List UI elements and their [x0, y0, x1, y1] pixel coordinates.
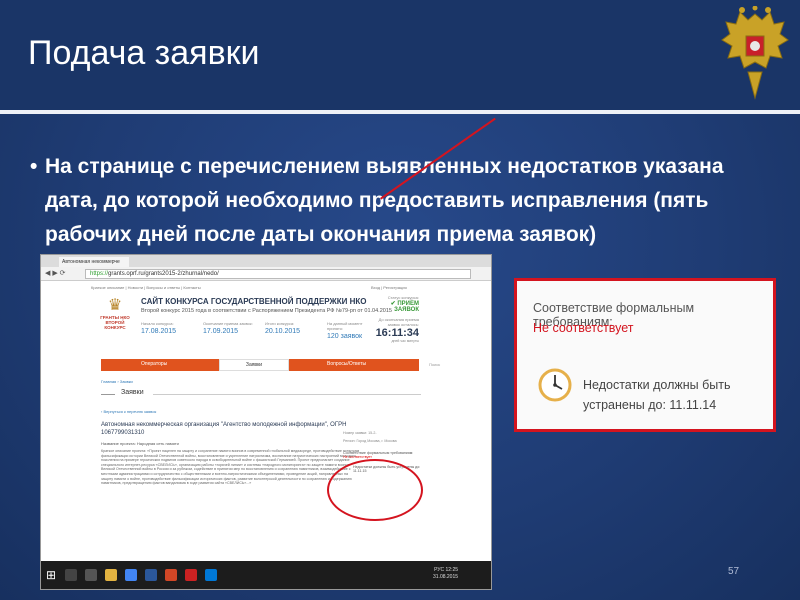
browser-toolbar: ◀ ▶ ⟳ https://grants.oprf.ru/grants2015-… [41, 267, 491, 281]
date-start: Начало конкурса: 17.08.2015 [141, 321, 177, 335]
title-divider [0, 110, 800, 114]
browser-tab[interactable]: Автономная некоммерче [59, 257, 129, 267]
tray-date: 31.08.2015 [433, 574, 459, 580]
search-input[interactable]: Поиск [427, 361, 475, 369]
site-tab-bar: Операторы Заявки Вопросы/Ответы Поиск [101, 359, 475, 371]
bullet-text: На странице с перечислением выявленных н… [45, 155, 724, 246]
web-page: Краткое описание | Новости | Вопросы и о… [41, 281, 491, 573]
breadcrumb[interactable]: Главная › Заявки [101, 379, 133, 384]
status-badge: ✔ ПРИЕМ ЗАЯВОК [390, 301, 419, 313]
coat-of-arms-icon [721, 6, 789, 100]
system-tray[interactable]: РУС 12:25 31.08.2015 [433, 567, 458, 581]
windows-taskbar: ⊞ РУС 12:25 31.08.2015 [41, 561, 491, 589]
task-view-icon[interactable] [85, 569, 97, 581]
tray-time: 12:25 [445, 567, 459, 573]
date-results: Итоги конкурса: 20.10.2015 [265, 321, 301, 335]
url-path: grants.oprf.ru/grants2015-2/zhurnal/nedo… [108, 271, 219, 277]
organization-name: Автономная некоммерческая организация "А… [101, 422, 347, 436]
address-bar[interactable]: https://grants.oprf.ru/grants2015-2/zhur… [85, 269, 471, 279]
browser-screenshot: Автономная некоммерче ◀ ▶ ⟳ https://gran… [40, 254, 492, 590]
pdf-icon[interactable] [185, 569, 197, 581]
bullet-point: • На странице с перечислением выявленных… [30, 150, 770, 252]
explorer-icon[interactable] [105, 569, 117, 581]
date-end: Окончание приема заявок: 17.09.2015 [203, 321, 253, 335]
auth-links[interactable]: Вход | Регистрация [371, 285, 407, 290]
store-icon[interactable] [205, 569, 217, 581]
logo-subtext: ВТОРОЙ КОНКУРС [104, 320, 126, 330]
chrome-icon[interactable] [125, 569, 137, 581]
windows-start-icon[interactable]: ⊞ [46, 569, 58, 581]
tab-questions[interactable]: Вопросы/Ответы [327, 361, 366, 367]
project-name: Название проекта: Народная сеть памяти [101, 441, 179, 446]
url-scheme: https:// [90, 271, 109, 277]
tab-applications[interactable]: Заявки [219, 359, 289, 371]
compliance-value: Не соответствует [533, 321, 634, 335]
bullet-icon: • [30, 155, 38, 178]
presentation-slide: Подача заявки • На странице с перечислен… [0, 0, 800, 600]
clock-icon [538, 368, 572, 402]
countdown-timer: 16:11:34 [375, 327, 419, 339]
powerpoint-icon[interactable] [165, 569, 177, 581]
applications-count: На данный момент принято: 120 заявок [327, 321, 363, 340]
page-number: 57 [728, 566, 740, 577]
back-to-list-link[interactable]: ‹ Вернуться к перечню заявок [101, 409, 156, 414]
site-title: САЙТ КОНКУРСА ГОСУДАРСТВЕННОЙ ПОДДЕРЖКИ … [141, 297, 367, 306]
eagle-icon: ♛ [107, 297, 123, 314]
zoom-callout: Соответствие формальным требованиям: Не … [514, 278, 776, 432]
tray-language: РУС [434, 567, 445, 573]
site-logo[interactable]: ♛ ГРАНТЫ НКО ВТОРОЙ КОНКУРС [97, 295, 133, 341]
deadline-text: Недостатки должны быть устранены до: 11.… [583, 378, 731, 412]
site-subtitle: Второй конкурс 2015 года в соответствии … [141, 308, 392, 314]
divider [153, 394, 421, 395]
slide-title: Подача заявки [28, 34, 260, 72]
browser-tab-strip: Автономная некоммерче [41, 255, 491, 267]
search-icon[interactable] [65, 569, 77, 581]
project-description: Краткое описание проекта: «Проект нацеле… [101, 449, 360, 486]
back-forward-icon[interactable]: ◀ ▶ ⟳ [45, 269, 66, 277]
divider [101, 394, 115, 395]
tab-operators[interactable]: Операторы [141, 361, 167, 367]
word-icon[interactable] [145, 569, 157, 581]
highlight-circle [327, 459, 423, 521]
site-top-nav[interactable]: Краткое описание | Новости | Вопросы и о… [91, 285, 201, 290]
contest-status: Статус конкурса: ✔ ПРИЕМ ЗАЯВОК До оконч… [371, 295, 419, 343]
